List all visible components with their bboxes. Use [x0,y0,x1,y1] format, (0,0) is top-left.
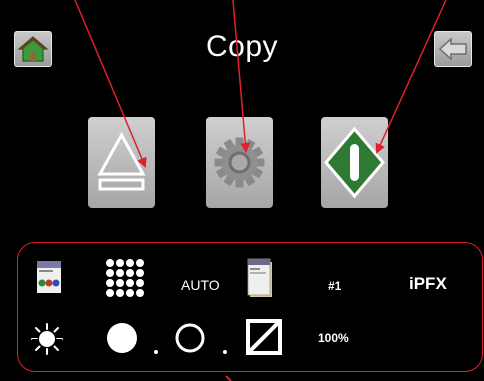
zoom-label: 100% [318,331,349,345]
dot-separator-icon [154,350,158,354]
reduce-enlarge-icon [246,319,282,355]
start-icon [324,126,385,199]
back-button[interactable] [434,31,472,67]
back-arrow-icon [438,37,467,61]
paper-size-icon [247,258,272,297]
home-button[interactable] [14,31,52,67]
dot-separator-icon [223,350,227,354]
tray-label: #1 [328,279,342,293]
finisher-label: iPFX [409,274,447,293]
gear-icon [214,137,265,188]
copy-screen: Copy AUTO #1 iPFX 100% [0,0,484,381]
home-icon [17,36,49,62]
screen-dots-icon [106,259,144,297]
eject-icon [97,131,146,191]
hollow-circle-icon [175,323,205,353]
filled-circle-icon [107,323,137,353]
page-title: Copy [205,30,279,63]
eject-button[interactable] [88,117,155,208]
brightness-icon [31,323,63,355]
start-button[interactable] [321,117,388,208]
settings-button[interactable] [206,117,273,208]
color-original-icon [37,261,61,293]
density-mode-label: AUTO [181,277,220,293]
